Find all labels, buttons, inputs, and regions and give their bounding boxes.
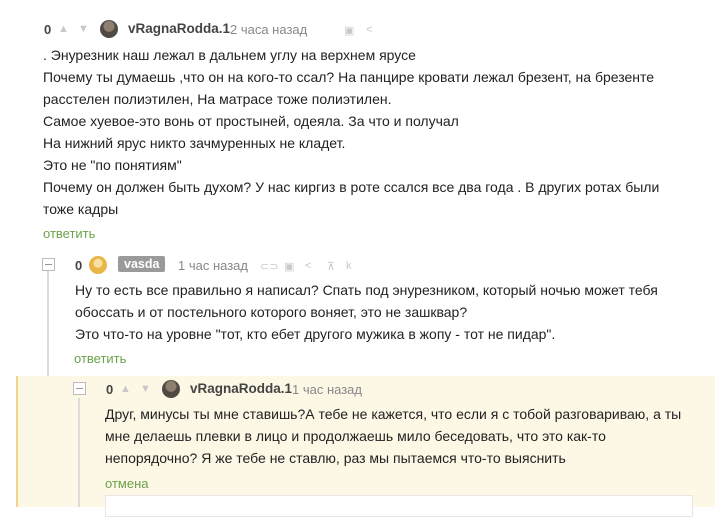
comment-text-line: непорядочно? Я же тебе не ставлю, раз мы… bbox=[105, 450, 566, 466]
comment-text-line: обоссать и от постельного которого воняе… bbox=[75, 304, 468, 320]
comment-score: 0 bbox=[75, 258, 83, 273]
reply-link[interactable]: ответить bbox=[43, 226, 95, 241]
comment-body: . Энурезник наш лежал в дальнем углу на … bbox=[43, 44, 659, 220]
comment-score: 0 bbox=[106, 382, 114, 397]
comment-body: Ну то есть все правильно я написал? Спат… bbox=[75, 279, 658, 345]
arrow-up-icon[interactable]: ▲ bbox=[58, 23, 69, 35]
comment-text-line: Это что-то на уровне "тот, кто ебет друг… bbox=[75, 326, 556, 342]
save-icon[interactable]: ▣ bbox=[284, 260, 294, 273]
username-badge[interactable]: vasda bbox=[118, 256, 166, 272]
comment-body: Друг, минусы ты мне ставишь?А тебе не ка… bbox=[105, 403, 681, 469]
arrow-up-icon[interactable]: ▲ bbox=[120, 383, 131, 395]
username[interactable]: vRagnaRodda.1 bbox=[190, 381, 292, 396]
comment-text-line: тоже кадры bbox=[43, 201, 119, 217]
arrow-up-icon[interactable]: ⊼ bbox=[327, 260, 335, 273]
share-icon[interactable]: < bbox=[366, 24, 372, 36]
collapse-button[interactable] bbox=[42, 258, 55, 271]
comment-time[interactable]: 2 часа назад bbox=[230, 22, 307, 37]
save-icon[interactable]: ▣ bbox=[344, 24, 354, 37]
comment-text-line: Ну то есть все правильно я написал? Спат… bbox=[75, 282, 658, 298]
link-icon[interactable]: ⊂⊃ bbox=[260, 260, 278, 273]
thread-line[interactable] bbox=[78, 398, 80, 507]
arrow-down-icon[interactable]: ▼ bbox=[140, 383, 151, 395]
avatar[interactable] bbox=[162, 380, 180, 398]
comment-text-line: мне делаешь плевки в лицо и продолжаешь … bbox=[105, 428, 606, 444]
comment-text-line: расстелен полиэтилен, На матрасе тоже по… bbox=[43, 91, 392, 107]
more-icon[interactable]: k bbox=[346, 260, 352, 272]
comment-text-line: Это не "по понятиям" bbox=[43, 157, 182, 173]
avatar[interactable] bbox=[89, 256, 107, 274]
comment-text-line: Друг, минусы ты мне ставишь?А тебе не ка… bbox=[105, 406, 682, 422]
cancel-reply-link[interactable]: отмена bbox=[105, 476, 148, 491]
arrow-down-icon[interactable]: ▼ bbox=[78, 23, 89, 35]
username[interactable]: vRagnaRodda.1 bbox=[128, 21, 230, 36]
reply-editor[interactable] bbox=[105, 495, 693, 517]
comment-text-line: На нижний ярус никто зачмуренных не клад… bbox=[43, 135, 346, 151]
comment-time[interactable]: 1 час назад bbox=[292, 382, 362, 397]
avatar[interactable] bbox=[100, 20, 118, 38]
comment-time[interactable]: 1 час назад bbox=[178, 258, 248, 273]
collapse-button[interactable] bbox=[73, 382, 86, 395]
reply-link[interactable]: ответить bbox=[74, 351, 126, 366]
comment-text-line: Самое хуевое-это вонь от простыней, одея… bbox=[43, 113, 459, 129]
comment-text-line: Почему он должен быть духом? У нас кирги… bbox=[43, 179, 660, 195]
comment-text-line: . Энурезник наш лежал в дальнем углу на … bbox=[43, 47, 416, 63]
share-icon[interactable]: < bbox=[305, 260, 311, 272]
comment-score: 0 bbox=[44, 22, 52, 37]
comment-text-line: Почему ты думаешь ,что он на кого-то сса… bbox=[43, 69, 655, 85]
